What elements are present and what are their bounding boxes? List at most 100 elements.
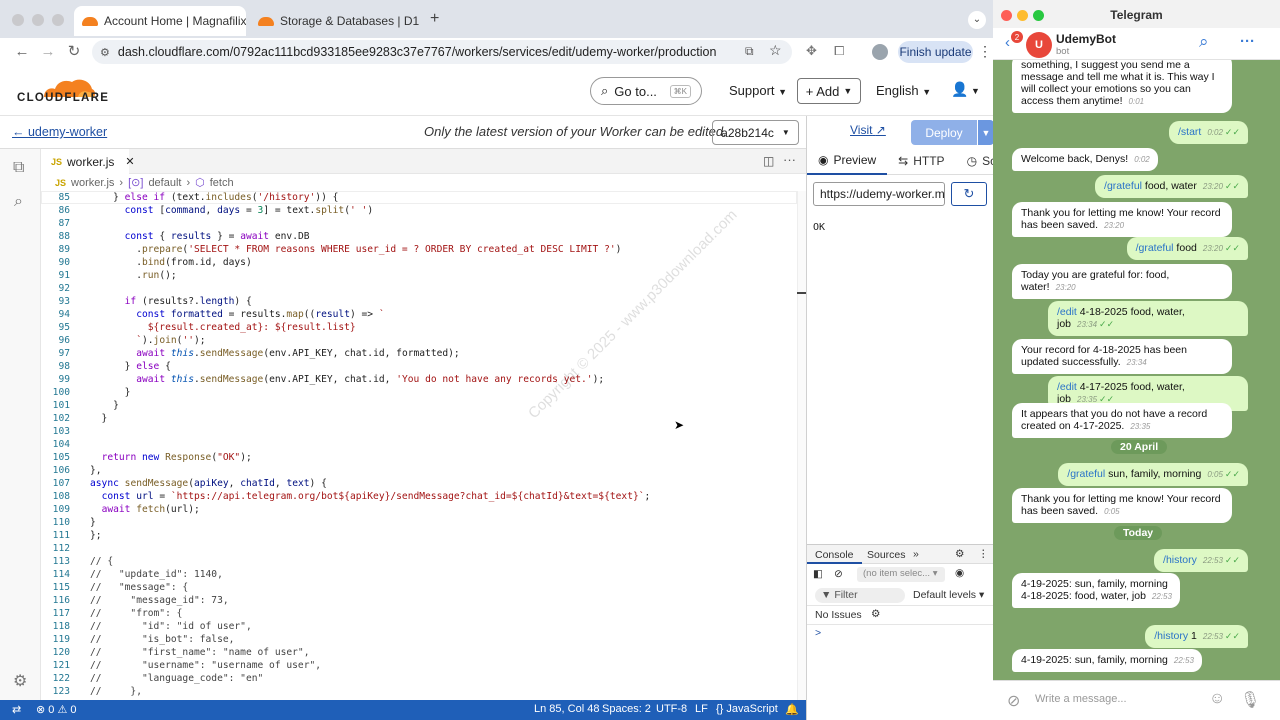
bot-command-link[interactable]: /edit bbox=[1057, 381, 1077, 393]
user-menu-icon[interactable]: 👤 ▼ bbox=[951, 81, 980, 98]
indent-setting[interactable]: Spaces: 2 bbox=[602, 703, 651, 715]
devtools-menu-icon[interactable]: ⋮ bbox=[978, 548, 989, 560]
outgoing-message[interactable]: /grateful food, water 23:20 ✓✓ bbox=[1095, 175, 1248, 198]
bot-command-link[interactable]: /start bbox=[1178, 126, 1201, 138]
move-icon[interactable]: ✥ bbox=[806, 43, 817, 59]
incoming-message[interactable]: 4-19-2025: sun, family, morning 22:53 bbox=[1012, 649, 1202, 672]
log-levels-select[interactable]: Default levels ▾ bbox=[913, 589, 984, 601]
cursor-position[interactable]: Ln 85, Col 48 bbox=[534, 703, 599, 715]
clear-console-icon[interactable]: ⊘ bbox=[834, 568, 843, 580]
code-line[interactable]: 86 const [command, days = 3] = text.spli… bbox=[41, 204, 797, 217]
install-icon[interactable]: ⧉ bbox=[745, 44, 754, 59]
code-line[interactable]: 101 } bbox=[41, 399, 797, 412]
deploy-options-button[interactable]: ▼ bbox=[978, 120, 993, 145]
add-button[interactable]: + Add ▼ bbox=[797, 78, 861, 104]
code-line[interactable]: 117 // "from": { bbox=[41, 607, 797, 620]
code-line[interactable]: 104 bbox=[41, 438, 797, 451]
attach-icon[interactable]: ⊘ bbox=[1007, 691, 1020, 711]
code-line[interactable]: 110} bbox=[41, 516, 797, 529]
notifications-icon[interactable]: 🔔 bbox=[785, 703, 799, 716]
incoming-message[interactable]: Your record for 4-18-2025 has been updat… bbox=[1012, 339, 1232, 374]
outgoing-message[interactable]: /history 1 22:53 ✓✓ bbox=[1145, 625, 1248, 648]
reload-icon[interactable]: ↻ bbox=[64, 42, 84, 62]
language-mode[interactable]: {} JavaScript bbox=[716, 703, 778, 715]
search-icon[interactable]: ⌕ bbox=[14, 193, 23, 211]
code-line[interactable]: 87 bbox=[41, 217, 797, 230]
preview-url-input[interactable]: https://udemy-worker.ma bbox=[813, 182, 945, 206]
goto-search[interactable]: ⌕ Go to... ⌘K bbox=[590, 77, 702, 105]
code-line[interactable]: 92 bbox=[41, 282, 797, 295]
code-line[interactable]: 123 // }, bbox=[41, 685, 797, 698]
close-window-button[interactable] bbox=[12, 14, 24, 26]
zoom-window-button[interactable] bbox=[1033, 10, 1044, 21]
outgoing-message[interactable]: /grateful food 23:20 ✓✓ bbox=[1126, 237, 1248, 260]
version-select[interactable]: a28b214c ▼ bbox=[712, 120, 799, 145]
language-menu[interactable]: English ▼ bbox=[876, 83, 931, 98]
deploy-button[interactable]: Deploy bbox=[911, 120, 977, 145]
browser-menu-icon[interactable]: ⋮ bbox=[978, 43, 992, 60]
eol-setting[interactable]: LF bbox=[695, 703, 708, 715]
message-list[interactable]: something, I suggest you send me a messa… bbox=[993, 60, 1280, 680]
tab-account-home[interactable]: Account Home | Magnafilix86 ✕ bbox=[74, 6, 246, 36]
remote-icon[interactable]: ⇄ bbox=[12, 703, 21, 716]
console-prompt[interactable]: > bbox=[815, 627, 821, 639]
problems-indicator[interactable]: ⊗ 0 ⚠ 0 bbox=[36, 703, 77, 716]
code-line[interactable]: 88 const { results } = await env.DB bbox=[41, 230, 797, 243]
context-selector[interactable]: (no item selec... ▾ bbox=[857, 567, 945, 582]
eye-icon[interactable]: ◉ bbox=[955, 567, 964, 579]
visit-link[interactable]: Visit ↗ bbox=[850, 123, 886, 137]
outgoing-message[interactable]: /start 0:02 ✓✓ bbox=[1168, 121, 1248, 144]
code-line[interactable]: 115 // "message": { bbox=[41, 581, 797, 594]
devtools-settings-icon[interactable]: ⚙ bbox=[955, 548, 964, 560]
code-line[interactable]: 109 await fetch(url); bbox=[41, 503, 797, 516]
code-line[interactable]: 94 const formatted = results.map((result… bbox=[41, 308, 797, 321]
incoming-message[interactable]: Welcome back, Denys! 0:02 bbox=[1012, 148, 1158, 171]
avatar[interactable]: U bbox=[1026, 32, 1052, 58]
settings-gear-icon[interactable]: ⚙ bbox=[13, 671, 27, 691]
bot-command-link[interactable]: /grateful bbox=[1136, 242, 1174, 254]
code-line[interactable]: 119 // "is_bot": false, bbox=[41, 633, 797, 646]
encoding-setting[interactable]: UTF-8 bbox=[656, 703, 687, 715]
bot-command-link[interactable]: /edit bbox=[1057, 306, 1077, 318]
message-input[interactable]: Write a message... bbox=[1035, 693, 1127, 705]
refresh-button[interactable]: ↻ bbox=[951, 182, 987, 206]
finish-update-button[interactable]: Finish update bbox=[898, 41, 973, 63]
code-line[interactable]: 85 } else if (text.includes('/history'))… bbox=[41, 191, 797, 204]
breadcrumb-default[interactable]: default bbox=[148, 177, 181, 189]
code-line[interactable]: 116 // "message_id": 73, bbox=[41, 594, 797, 607]
code-line[interactable]: 108 const url = `https://api.telegram.or… bbox=[41, 490, 797, 503]
back-icon[interactable]: ← bbox=[12, 42, 32, 62]
explorer-icon[interactable]: ⧉ bbox=[13, 159, 24, 177]
bot-command-link[interactable]: /history bbox=[1163, 554, 1197, 566]
code-line[interactable]: 93 if (results?.length) { bbox=[41, 295, 797, 308]
site-settings-icon[interactable]: ⚙ bbox=[100, 46, 110, 59]
incoming-message[interactable]: 4-19-2025: sun, family, morning 4-18-202… bbox=[1012, 573, 1180, 608]
more-actions-icon[interactable]: ··· bbox=[783, 152, 796, 167]
code-line[interactable]: 122 // "language_code": "en" bbox=[41, 672, 797, 685]
bot-command-link[interactable]: /history bbox=[1154, 630, 1188, 642]
url-field[interactable]: ⚙ dash.cloudflare.com/0792ac111bcd933185… bbox=[92, 40, 792, 64]
code-line[interactable]: 105 return new Response("OK"); bbox=[41, 451, 797, 464]
code-line[interactable]: 106}, bbox=[41, 464, 797, 477]
tab-preview[interactable]: ◉ Preview bbox=[807, 148, 888, 175]
zoom-window-button[interactable] bbox=[52, 14, 64, 26]
close-tab-icon[interactable]: ✕ bbox=[125, 155, 134, 168]
bookmark-star-icon[interactable]: ☆ bbox=[769, 42, 782, 59]
code-line[interactable]: 96 `).join(''); bbox=[41, 334, 797, 347]
more-tabs-icon[interactable]: » bbox=[913, 548, 919, 560]
emoji-icon[interactable]: ☺ bbox=[1209, 690, 1225, 708]
search-icon[interactable]: ⌕ bbox=[1199, 32, 1209, 52]
code-line[interactable]: 112 bbox=[41, 542, 797, 555]
code-line[interactable]: 95 ${result.created_at}: ${result.list} bbox=[41, 321, 797, 334]
code-line[interactable]: 107 async sendMessage(apiKey, chatId, tex… bbox=[41, 477, 797, 490]
code-line[interactable]: 118 // "id": "id of user", bbox=[41, 620, 797, 633]
split-editor-icon[interactable]: ◫ bbox=[763, 154, 774, 168]
tab-console[interactable]: Console bbox=[807, 546, 862, 564]
code-line[interactable]: 113 // { bbox=[41, 555, 797, 568]
code-line[interactable]: 97 await this.sendMessage(env.API_KEY, c… bbox=[41, 347, 797, 360]
breadcrumb-file[interactable]: worker.js bbox=[71, 177, 114, 189]
incoming-message[interactable]: something, I suggest you send me a messa… bbox=[1012, 60, 1232, 113]
code-line[interactable]: 100 } bbox=[41, 386, 797, 399]
code-line[interactable]: 121 // "username": "username of user", bbox=[41, 659, 797, 672]
tab-sources[interactable]: Sources bbox=[867, 549, 906, 561]
